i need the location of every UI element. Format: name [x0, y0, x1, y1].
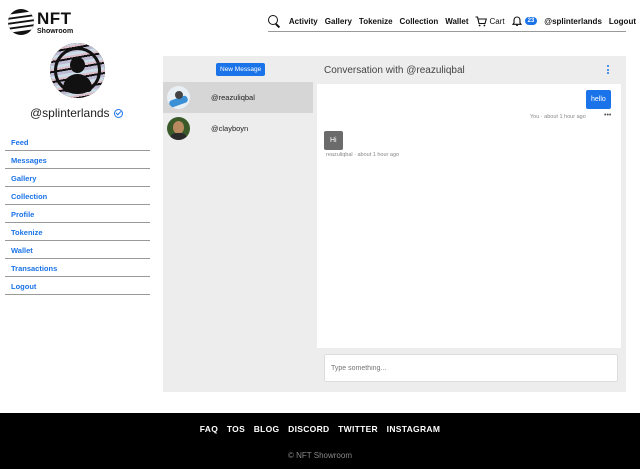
sidebar-item-profile[interactable]: Profile	[5, 205, 150, 223]
sidebar-item-logout[interactable]: Logout	[5, 277, 150, 295]
message-bubble-outgoing: hello	[586, 90, 611, 109]
message-options-icon[interactable]: •••	[604, 112, 611, 119]
conversation-name: @reazuliqbal	[211, 93, 255, 102]
sidebar-item-tokenize[interactable]: Tokenize	[5, 223, 150, 241]
sidebar-item-collection[interactable]: Collection	[5, 187, 150, 205]
profile-avatar	[50, 43, 105, 98]
brand-sub: Showroom	[37, 27, 74, 35]
copyright: © NFT Showroom	[288, 451, 352, 460]
more-options-icon[interactable]	[607, 65, 610, 76]
top-nav: Activity Gallery Tokenize Collection Wal…	[267, 13, 636, 29]
nav-logout[interactable]: Logout	[609, 17, 636, 26]
nav-user[interactable]: @splinterlands	[544, 17, 602, 26]
footer-link-twitter[interactable]: TWITTER	[338, 424, 378, 434]
verified-icon	[113, 108, 123, 118]
message-input[interactable]	[324, 354, 618, 382]
sidebar-item-gallery[interactable]: Gallery	[5, 169, 150, 187]
brand-name: NFT	[37, 8, 72, 28]
header-divider	[268, 31, 626, 32]
profile-username-text: @splinterlands	[30, 106, 110, 120]
conversation-title: Conversation with @reazuliqbal	[324, 65, 465, 76]
nav-activity[interactable]: Activity	[289, 17, 318, 26]
nav-wallet[interactable]: Wallet	[445, 17, 468, 26]
nav-tokenize[interactable]: Tokenize	[359, 17, 393, 26]
profile-username: @splinterlands	[30, 106, 123, 120]
footer	[0, 413, 640, 469]
message-bubble-incoming: Hi	[324, 131, 343, 150]
nav-collection[interactable]: Collection	[400, 17, 439, 26]
logo-icon	[8, 9, 34, 35]
new-message-button[interactable]: New Message	[216, 63, 266, 76]
chat-area[interactable]	[317, 84, 621, 348]
footer-links: FAQ TOS BLOG DISCORD TWITTER INSTAGRAM	[0, 424, 640, 434]
search-icon[interactable]	[267, 15, 280, 27]
sidebar-item-transactions[interactable]: Transactions	[5, 259, 150, 277]
footer-link-blog[interactable]: BLOG	[254, 424, 280, 434]
cart-label: Cart	[489, 16, 505, 26]
sidebar-item-feed[interactable]: Feed	[5, 133, 150, 151]
conversation-item[interactable]: @reazuliqbal	[163, 82, 313, 113]
conversation-item[interactable]: @clayboyn	[163, 113, 313, 144]
notification-badge: 23	[524, 17, 538, 25]
bell-icon	[511, 15, 522, 26]
brand-logo[interactable]: NFT Showroom	[8, 9, 73, 35]
avatar	[167, 117, 190, 140]
sidebar-item-messages[interactable]: Messages	[5, 151, 150, 169]
message-meta: You · about 1 hour ago	[530, 114, 586, 120]
sidebar-item-wallet[interactable]: Wallet	[5, 241, 150, 259]
footer-link-discord[interactable]: DISCORD	[288, 424, 329, 434]
nav-cart[interactable]: Cart	[475, 15, 505, 27]
header: NFT Showroom Activity Gallery Tokenize C…	[0, 0, 640, 42]
conversation-list: @reazuliqbal @clayboyn	[163, 82, 313, 144]
conversation-name: @clayboyn	[211, 124, 249, 133]
notifications[interactable]: 23	[511, 15, 538, 27]
cart-icon	[475, 15, 488, 26]
footer-link-instagram[interactable]: INSTAGRAM	[387, 424, 441, 434]
avatar	[167, 86, 190, 109]
nav-gallery[interactable]: Gallery	[325, 17, 352, 26]
sidebar-menu: Feed Messages Gallery Collection Profile…	[5, 133, 150, 295]
footer-link-tos[interactable]: TOS	[227, 424, 245, 434]
footer-link-faq[interactable]: FAQ	[200, 424, 218, 434]
message-meta: reazuliqbal · about 1 hour ago	[326, 152, 400, 158]
